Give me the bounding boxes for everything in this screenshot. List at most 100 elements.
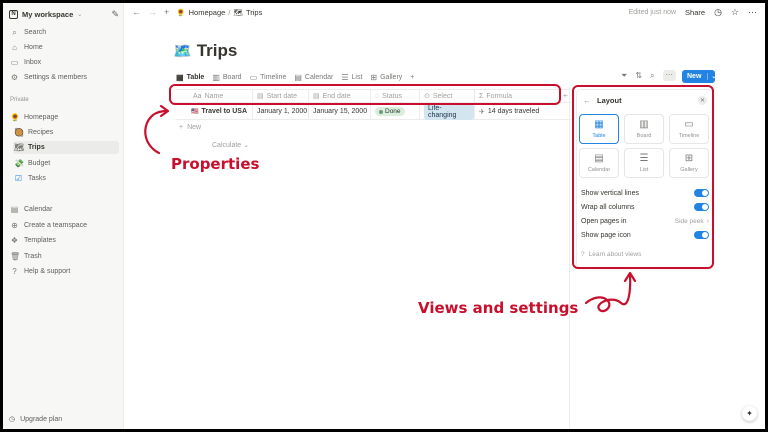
search-icon[interactable]: ⌕	[650, 71, 654, 81]
views-arrow	[584, 273, 632, 313]
chevron-down-icon[interactable]: ⌄	[707, 73, 716, 80]
calendar-icon: ▤	[294, 72, 302, 82]
sidebar-item-trash[interactable]: 🗑 Trash	[9, 250, 119, 263]
sidebar-item-settings[interactable]: ⚙ Settings & members	[9, 71, 119, 84]
topbar: ← → + 🌻 Homepage / 🗺 Trips Edited just n…	[124, 3, 765, 21]
sidebar-item-label: Recipes	[28, 129, 54, 136]
trash-icon: 🗑	[10, 252, 21, 261]
cell-status[interactable]: Done	[371, 104, 420, 119]
timeline-icon: ▭	[249, 72, 258, 82]
workspace-switcher[interactable]: N My workspace ⌄ ✎	[9, 7, 119, 21]
upgrade-plan-button[interactable]: ◷ Upgrade plan	[9, 415, 63, 424]
cell-text: 14 days traveled	[487, 108, 540, 115]
filter-icon[interactable]: ⏷	[621, 71, 627, 81]
sidebar-item-search[interactable]: ⌕ Search	[9, 26, 119, 39]
add-page-icon[interactable]: +	[164, 7, 169, 17]
workspace-name: My workspace	[22, 9, 74, 19]
page-emoji-icon: 💸	[14, 159, 24, 168]
sidebar-page-budget[interactable]: 💸 Budget	[13, 157, 119, 170]
status-dot-icon	[379, 109, 383, 114]
sidebar-item-create-teamspace[interactable]: ⊕ Create a teamspace	[9, 219, 119, 232]
sidebar-page-homepage[interactable]: 🌻 Homepage	[9, 111, 119, 124]
cell-formula[interactable]: ✈ 14 days traveled	[475, 104, 547, 119]
view-tabs: ▦ Table ▥ Board ▭ Timeline ▤ Calendar ☰ …	[176, 71, 414, 83]
view-tools: ⏷ ⇅ ⌕ ···	[621, 70, 676, 81]
sidebar-item-home[interactable]: ⌂ Home	[9, 41, 119, 54]
sidebar-item-inbox[interactable]: ▭ Inbox	[9, 56, 119, 69]
views-settings-annotation: Views and settings	[418, 299, 579, 317]
calculate-button[interactable]: Calculate ⌄	[212, 141, 249, 149]
sidebar-item-help[interactable]: ? Help & support	[9, 265, 119, 278]
history-icon[interactable]: ◷	[714, 7, 722, 18]
chevron-down-icon: ⌄	[77, 11, 83, 18]
sidebar-item-label: Budget	[28, 160, 51, 167]
properties-arrow	[144, 109, 169, 155]
list-icon: ☰	[341, 72, 349, 82]
more-icon[interactable]: ···	[748, 7, 757, 17]
cell-name[interactable]: 🇺🇸 Travel to USA	[175, 104, 253, 119]
board-icon: ▥	[212, 72, 220, 82]
workspace-logo: N	[9, 9, 18, 19]
page-emoji-icon: 🌻	[10, 113, 20, 122]
view-settings-icon[interactable]: ···	[662, 70, 676, 81]
sidebar-page-trips[interactable]: 🗺 Trips	[13, 141, 119, 154]
page-emoji-icon: 🥘	[14, 128, 24, 137]
panel-divider	[569, 87, 570, 429]
new-row-label: New	[187, 124, 202, 131]
table-row[interactable]: 🇺🇸 Travel to USA January 1, 2000 January…	[175, 103, 571, 120]
new-button-label: New	[687, 73, 702, 80]
cell-start-date[interactable]: January 1, 2000	[253, 104, 309, 119]
help-icon: ?	[12, 267, 17, 276]
tab-list[interactable]: ☰ List	[341, 73, 362, 82]
star-icon[interactable]: ☆	[731, 7, 739, 18]
calculate-label: Calculate	[212, 142, 242, 149]
views-arrow-head	[623, 271, 637, 283]
sidebar-item-calendar[interactable]: ▤ Calendar	[9, 203, 119, 216]
calendar-icon: ▤	[10, 205, 19, 214]
sidebar-item-label: Home	[24, 44, 43, 51]
sidebar-item-label: Calendar	[24, 206, 53, 213]
checkbox-icon: ☑	[14, 174, 23, 183]
back-arrow-icon[interactable]: ←	[132, 7, 141, 17]
forward-arrow-icon[interactable]: →	[148, 7, 157, 17]
chevron-down-icon: ⌄	[243, 142, 250, 149]
tab-board[interactable]: ▥ Board	[212, 73, 241, 82]
tab-table[interactable]: ▦ Table	[176, 73, 204, 82]
tab-calendar[interactable]: ▤ Calendar	[294, 73, 333, 82]
select-tag: Life-changing	[424, 103, 474, 120]
cell-select[interactable]: Life-changing	[420, 103, 475, 120]
breadcrumb-homepage[interactable]: Homepage	[189, 8, 226, 17]
cell-end-date[interactable]: January 15, 2000	[309, 104, 371, 119]
cell-text: Travel to USA	[201, 108, 247, 115]
new-button[interactable]: New ⌄	[682, 70, 716, 83]
sidebar-item-label: Help & support	[24, 268, 71, 275]
upgrade-label: Upgrade plan	[20, 415, 63, 423]
sidebar-item-label: Search	[24, 29, 47, 36]
tab-gallery[interactable]: ⊞ Gallery	[370, 73, 402, 82]
teamspace-icon: ⊕	[11, 221, 18, 230]
page-title-text[interactable]: Trips	[197, 41, 238, 61]
breadcrumb-emoji-icon: 🌻	[176, 7, 186, 17]
status-text: Done	[385, 108, 401, 115]
sidebar-item-label: Templates	[24, 237, 56, 244]
search-icon: ⌕	[12, 27, 17, 37]
page-title[interactable]: 🗺️ Trips	[173, 41, 237, 61]
sidebar-page-tasks[interactable]: ☑ Tasks	[13, 172, 119, 185]
page-emoji-icon[interactable]: 🗺️	[173, 42, 192, 60]
views-settings-highlight-box	[572, 85, 714, 269]
ai-assistant-icon[interactable]: ✦	[742, 406, 757, 421]
tab-timeline[interactable]: ▭ Timeline	[250, 73, 287, 82]
sidebar-page-recipes[interactable]: 🥘 Recipes	[13, 126, 119, 139]
sidebar-item-templates[interactable]: ❖ Templates	[9, 234, 119, 247]
cell-text: January 1, 2000	[257, 108, 308, 115]
sort-icon[interactable]: ⇅	[635, 71, 642, 80]
share-button[interactable]: Share	[685, 8, 705, 17]
new-row-button[interactable]: + New	[179, 124, 201, 131]
new-page-icon[interactable]: ✎	[111, 9, 119, 20]
properties-arrow-head	[159, 104, 170, 118]
templates-icon: ❖	[10, 236, 19, 245]
tab-label: List	[351, 73, 363, 81]
breadcrumb-trips[interactable]: Trips	[246, 8, 262, 17]
add-view-icon[interactable]: +	[410, 74, 414, 81]
sidebar-item-label: Settings & members	[24, 74, 88, 81]
